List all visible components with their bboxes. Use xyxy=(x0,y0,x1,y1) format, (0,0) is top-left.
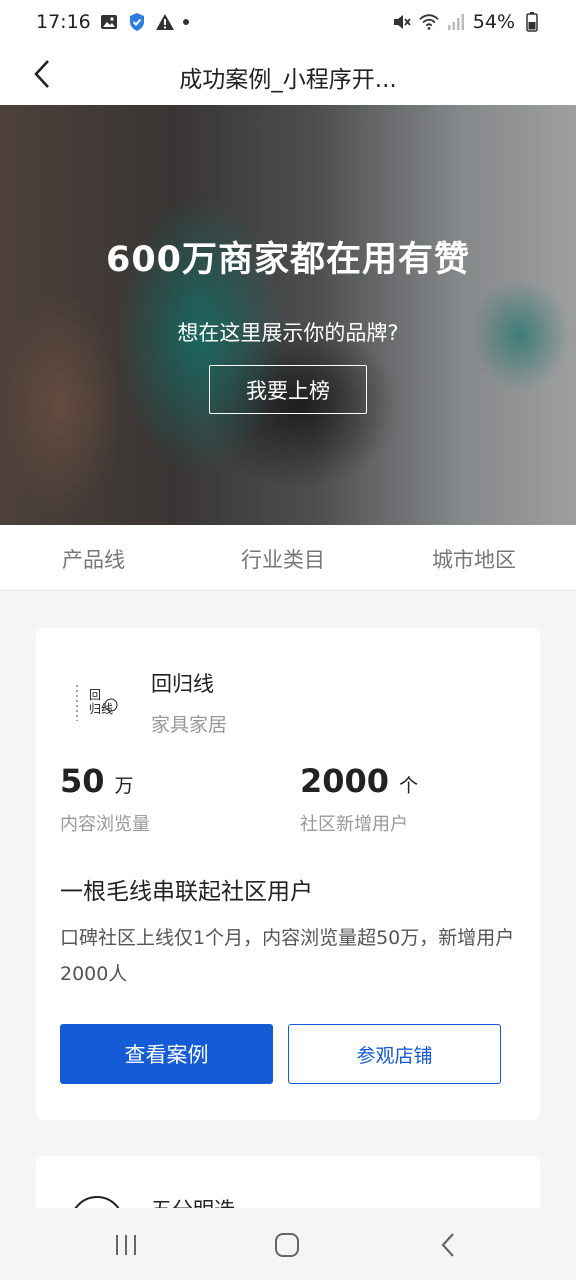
case-description: 口碑社区上线仅1个月，内容浏览量超50万，新增用户2000人 xyxy=(60,927,515,985)
system-nav-bar xyxy=(0,1208,576,1280)
svg-text:回: 回 xyxy=(89,688,101,702)
case-headline: 一根毛线串联起社区用户 xyxy=(60,879,313,905)
top-nav-bar: 成功案例_小程序开... xyxy=(0,44,576,105)
image-icon xyxy=(99,12,119,32)
page-title: 成功案例_小程序开... xyxy=(179,67,397,93)
recent-apps-button[interactable] xyxy=(106,1230,146,1260)
svg-text:归线: 归线 xyxy=(89,702,113,716)
brand-logo: 回 归线 xyxy=(64,672,130,738)
join-ranking-button[interactable]: 我要上榜 xyxy=(209,365,367,414)
wifi-icon xyxy=(419,12,439,32)
notification-dot-icon xyxy=(182,19,189,25)
metric-value: 50 xyxy=(60,762,105,800)
shield-check-icon xyxy=(127,12,147,32)
recent-apps-icon xyxy=(116,1235,136,1255)
filter-tab-industry[interactable]: 行业类目 xyxy=(241,544,325,574)
home-icon xyxy=(275,1233,299,1257)
metric-label: 内容浏览量 xyxy=(60,814,150,835)
view-case-button[interactable]: 查看案例 xyxy=(60,1024,273,1084)
metric-label: 社区新增用户 xyxy=(300,814,408,835)
metric-unit: 万 xyxy=(114,775,134,797)
filter-bar: 产品线 行业类目 城市地区 xyxy=(0,525,576,591)
metric-value: 2000 xyxy=(300,762,390,800)
signal-icon xyxy=(446,12,466,32)
home-button[interactable] xyxy=(267,1230,307,1260)
metric-views: 50 万 内容浏览量 xyxy=(60,762,150,836)
banner-title: 600万商家都在用有赞 xyxy=(105,240,471,280)
battery-icon xyxy=(522,12,542,32)
system-back-button[interactable] xyxy=(428,1230,468,1260)
mute-icon xyxy=(392,12,412,32)
metric-unit: 个 xyxy=(399,775,419,797)
warning-icon xyxy=(155,12,175,32)
metric-new-users: 2000 个 社区新增用户 xyxy=(300,762,418,836)
brand-category: 家具家居 xyxy=(151,714,228,736)
status-time: 17:16 xyxy=(36,11,91,33)
filter-tab-city[interactable]: 城市地区 xyxy=(432,544,516,574)
visit-store-button[interactable]: 参观店铺 xyxy=(288,1024,501,1084)
battery-percent: 54% xyxy=(472,11,515,33)
case-card[interactable]: 回 归线 回归线 家具家居 50 万 内容浏览量 2000 个 社区新增用户 一根毛… xyxy=(36,628,540,1120)
brand-name: 回归线 xyxy=(151,672,214,696)
promo-banner: 600万商家都在用有赞 想在这里展示你的品牌? 我要上榜 xyxy=(0,105,576,525)
filter-tab-product-line[interactable]: 产品线 xyxy=(62,544,125,574)
back-chevron-icon xyxy=(441,1233,454,1257)
banner-subtitle: 想在这里展示你的品牌? xyxy=(177,321,399,345)
status-bar: 17:16 54% xyxy=(0,0,576,44)
